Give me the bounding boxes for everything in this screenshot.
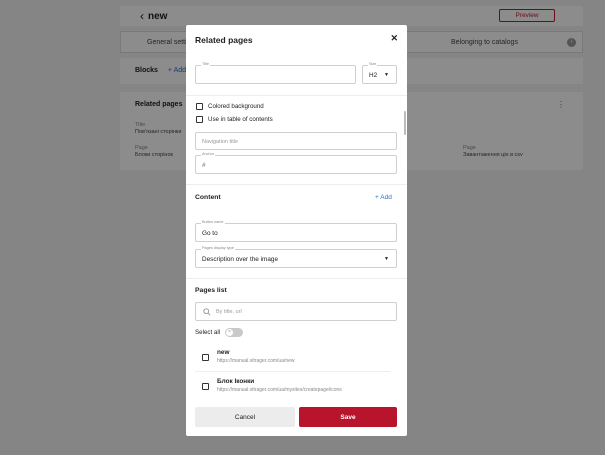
modal-body: Title Size H2 ▼ Colored background Use i… bbox=[186, 57, 407, 422]
content-add-link[interactable]: + Add bbox=[375, 194, 392, 201]
pages-display-type-select[interactable]: Pages display type Description over the … bbox=[195, 246, 397, 268]
button-name-input[interactable]: Button name Go to bbox=[195, 220, 397, 242]
anchor-label: Anchor bbox=[201, 152, 216, 157]
page-item-title: new bbox=[217, 349, 230, 356]
navigation-title-input[interactable]: Navigation title bbox=[195, 132, 397, 150]
save-button[interactable]: Save bbox=[299, 407, 397, 427]
page-item-checkbox[interactable] bbox=[202, 354, 209, 361]
modal-title: Related pages bbox=[195, 35, 253, 45]
colored-background-label: Colored background bbox=[208, 103, 264, 110]
size-select-label: Size bbox=[368, 62, 378, 67]
navigation-title-placeholder: Navigation title bbox=[202, 139, 239, 145]
divider bbox=[186, 278, 407, 279]
pages-display-type-label: Pages display type bbox=[201, 246, 235, 251]
use-in-toc-checkbox[interactable] bbox=[196, 116, 203, 123]
close-icon[interactable]: ✕ bbox=[390, 33, 398, 44]
content-section-title: Content bbox=[195, 194, 221, 201]
page-item-url: https://manual.vitrager.com/ua/mysites/c… bbox=[217, 387, 342, 393]
page-item-checkbox[interactable] bbox=[202, 383, 209, 390]
size-select-value: H2 bbox=[369, 72, 378, 79]
divider bbox=[195, 371, 390, 372]
title-field-label: Title bbox=[201, 62, 211, 67]
page-item-title: Блок Іконки bbox=[217, 378, 255, 385]
size-select[interactable]: Size H2 ▼ bbox=[362, 62, 397, 84]
page-item-url: https://manual.vitrager.com/ua/new bbox=[217, 358, 295, 364]
button-name-label: Button name bbox=[201, 220, 225, 225]
divider bbox=[186, 95, 407, 96]
button-name-value: Go to bbox=[202, 230, 218, 237]
search-placeholder: By title, url bbox=[216, 309, 242, 315]
pages-list-title: Pages list bbox=[195, 287, 227, 294]
select-all-toggle[interactable]: × bbox=[225, 328, 243, 337]
chevron-down-icon: ▼ bbox=[384, 72, 389, 78]
scrollbar[interactable] bbox=[404, 111, 406, 135]
cancel-button[interactable]: Cancel bbox=[195, 407, 295, 427]
select-all-label: Select all bbox=[195, 329, 221, 336]
related-pages-modal: Related pages ✕ Title Size H2 ▼ Colored … bbox=[186, 25, 407, 436]
pages-search-input[interactable]: By title, url bbox=[195, 302, 397, 321]
chevron-down-icon: ▼ bbox=[384, 256, 389, 262]
pages-display-type-value: Description over the image bbox=[202, 256, 279, 263]
toggle-off-icon: × bbox=[226, 329, 233, 336]
title-field[interactable]: Title bbox=[195, 62, 356, 84]
anchor-value: # bbox=[202, 162, 206, 169]
divider bbox=[186, 184, 407, 185]
colored-background-checkbox[interactable] bbox=[196, 103, 203, 110]
anchor-input[interactable]: Anchor # bbox=[195, 152, 397, 174]
search-icon bbox=[203, 308, 211, 316]
use-in-toc-label: Use in table of contents bbox=[208, 116, 273, 123]
